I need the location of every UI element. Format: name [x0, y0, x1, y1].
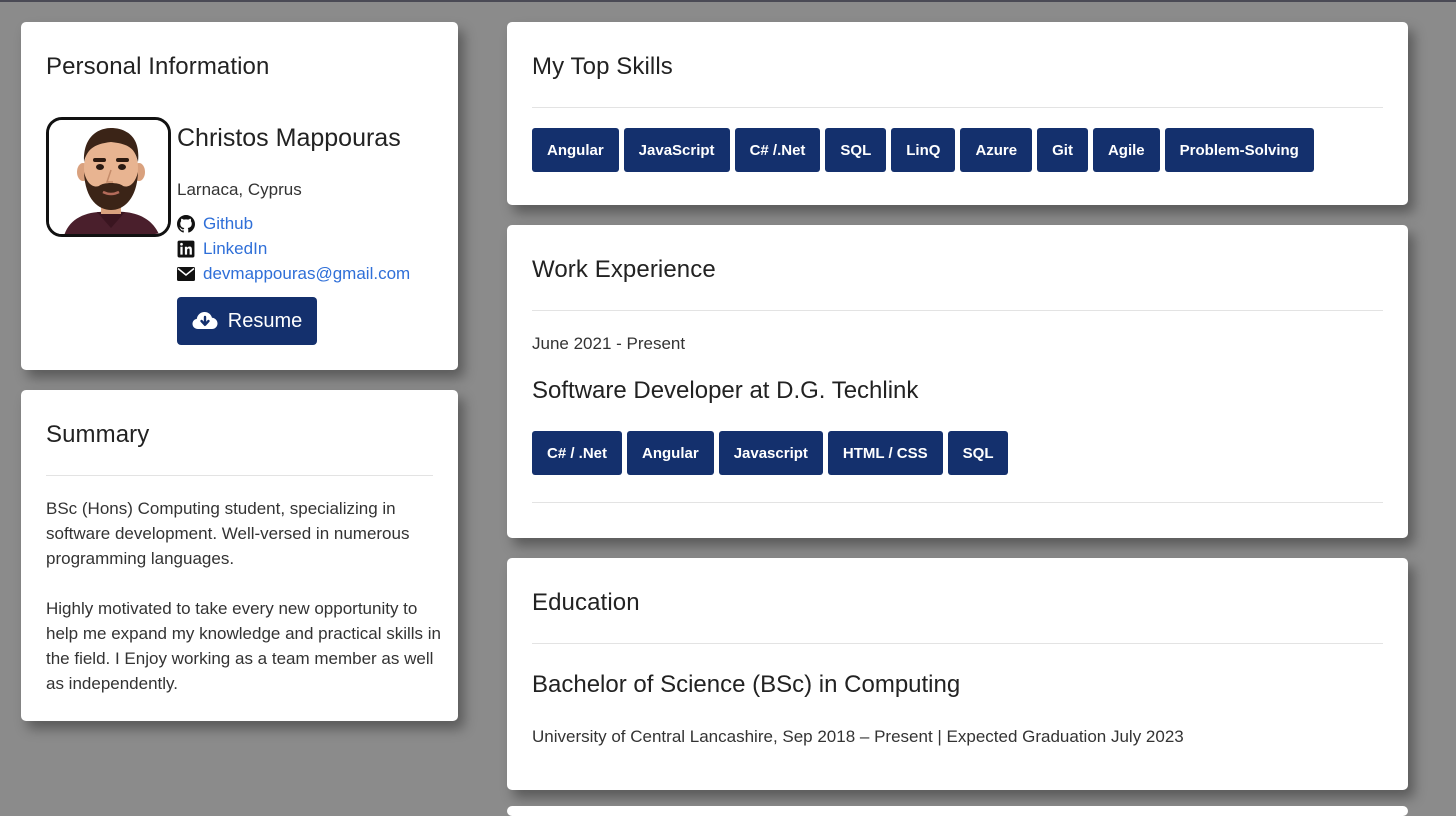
work-tag-badge: C# / .Net [532, 431, 623, 475]
skill-badge: LinQ [891, 128, 956, 172]
linkedin-icon [177, 240, 195, 258]
work-title: Software Developer at D.G. Techlink [532, 377, 919, 404]
email-link[interactable]: devmappouras@gmail.com [203, 264, 410, 284]
github-icon [177, 215, 195, 233]
skill-badge: C# /.Net [734, 128, 821, 172]
summary-card: Summary BSc (Hons) Computing student, sp… [21, 390, 458, 721]
work-heading: Work Experience [532, 256, 716, 283]
skills-heading: My Top Skills [532, 53, 673, 80]
next-card-edge [507, 806, 1408, 816]
envelope-icon [177, 265, 195, 283]
linkedin-link[interactable]: LinkedIn [203, 239, 267, 259]
skill-badge: Agile [1092, 128, 1160, 172]
education-divider [532, 643, 1383, 644]
skill-badge: Git [1037, 128, 1088, 172]
work-tag-badge: HTML / CSS [827, 431, 943, 475]
skill-badge: Angular [532, 128, 619, 172]
work-divider [532, 310, 1383, 311]
linkedin-link-row: LinkedIn [177, 239, 267, 259]
cloud-download-icon [192, 312, 218, 329]
education-details: University of Central Lancashire, Sep 20… [532, 727, 1184, 746]
profile-location: Larnaca, Cyprus [177, 180, 302, 199]
work-tag-list: C# / .Net Angular Javascript HTML / CSS … [532, 431, 1013, 475]
summary-text: BSc (Hons) Computing student, specializi… [46, 496, 441, 696]
skill-badge: JavaScript [623, 128, 730, 172]
work-tag-badge: Angular [627, 431, 714, 475]
resume-download-button[interactable]: Resume [177, 297, 317, 345]
avatar [46, 117, 171, 237]
summary-paragraph: BSc (Hons) Computing student, specializi… [46, 499, 410, 568]
summary-paragraph: Highly motivated to take every new oppor… [46, 599, 441, 693]
skill-badge: SQL [825, 128, 887, 172]
education-heading: Education [532, 589, 640, 616]
resume-label: Resume [227, 309, 303, 332]
skill-badge: Problem-Solving [1164, 128, 1314, 172]
education-card: Education Bachelor of Science (BSc) in C… [507, 558, 1408, 790]
skills-badge-list: Angular JavaScript C# /.Net SQL LinQ Azu… [532, 128, 1319, 172]
skill-badge: Azure [960, 128, 1033, 172]
work-tag-badge: SQL [947, 431, 1009, 475]
education-degree: Bachelor of Science (BSc) in Computing [532, 671, 961, 698]
skills-divider [532, 107, 1383, 108]
work-date: June 2021 - Present [532, 334, 686, 353]
work-tag-badge: Javascript [718, 431, 823, 475]
work-bottom-divider [532, 502, 1383, 503]
profile-name: Christos Mappouras [177, 124, 401, 152]
skills-card: My Top Skills Angular JavaScript C# /.Ne… [507, 22, 1408, 205]
personal-info-card: Personal Information Christos Mappouras … [21, 22, 458, 370]
email-link-row: devmappouras@gmail.com [177, 264, 410, 284]
summary-heading: Summary [46, 421, 150, 448]
summary-divider [46, 475, 433, 476]
personal-info-heading: Personal Information [46, 53, 270, 80]
top-border [0, 0, 1456, 2]
work-experience-card: Work Experience June 2021 - Present Soft… [507, 225, 1408, 538]
github-link-row: Github [177, 214, 253, 234]
github-link[interactable]: Github [203, 214, 253, 234]
